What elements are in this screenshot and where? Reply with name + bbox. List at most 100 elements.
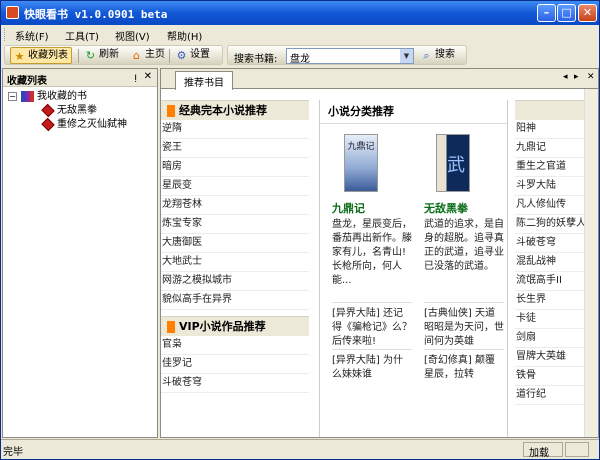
search-icon: ⌕ — [423, 49, 430, 62]
status-cell-extra — [565, 442, 589, 457]
menu-tools[interactable]: 工具(T) — [65, 28, 99, 43]
ranking-column: 阳神 九鼎记 重生之官道 斗罗大陆 凡人修仙传 陈二狗的妖孽人生 斗破苍穹 混乱战神 流氓高手I… — [515, 100, 595, 437]
list-item[interactable]: 凡人修仙传 — [515, 196, 595, 215]
tab-close-icon[interactable]: ✕ — [587, 72, 595, 82]
search-input[interactable]: 盘龙 ▼ — [286, 48, 414, 65]
title-bar[interactable]: 快眼看书 v1.0.0901 beta – □ ✕ — [1, 1, 599, 25]
toolbar-separator — [169, 49, 170, 63]
menu-system[interactable]: 系统(F) — [15, 28, 49, 43]
tab-prev-icon[interactable]: ◂ — [563, 72, 568, 82]
classic-list: 逆隋 瓷王 暗房 星辰变 龙翔苍林 炼宝专家 大唐御医 大地武士 网游之模拟城市 貌似高手在异界 — [161, 120, 309, 310]
refresh-icon: ↻ — [85, 49, 96, 62]
chevron-down-icon[interactable]: ▼ — [400, 49, 413, 63]
list-item[interactable]: 阳神 — [515, 120, 595, 139]
status-cell-load: 加载 — [523, 442, 563, 459]
favorites-panel: 收藏列表 ᴉ ✕ − 我收藏的书 无敌黑拳 重修之灭仙弑神 — [2, 68, 158, 438]
list-item[interactable]: 佳罗记 — [161, 355, 309, 374]
book-description: 武道的追求，是自身的超脱。追寻真正的武道，追寻业已没落的武道。 — [424, 219, 504, 272]
collapse-icon[interactable]: − — [8, 92, 17, 101]
book-snippet[interactable]: [古典仙侠] 天道昭昭是为天问，世间何为英雄 — [424, 302, 504, 349]
book-card[interactable]: 九鼎记 九鼎记 盘龙，星辰变后，番茄再出新作。滕家有儿，名青山!长枪所向，何人能… — [332, 128, 412, 382]
favorites-button[interactable]: ★ 收藏列表 — [10, 47, 72, 64]
list-item[interactable]: 卡徒 — [515, 310, 595, 329]
book-icon — [41, 117, 55, 131]
settings-icon: ⚙ — [176, 49, 187, 62]
window-title: 快眼看书 v1.0.0901 beta — [24, 8, 168, 21]
content-area: 推荐书目 ◂ ▸ ✕ 经典完本小说推荐 逆隋 瓷王 暗房 星辰变 龙翔苍林 炼宝专家 大唐御… — [160, 68, 599, 438]
list-item[interactable]: 瓷王 — [161, 139, 309, 158]
list-item[interactable]: 星辰变 — [161, 177, 309, 196]
vertical-scrollbar[interactable] — [584, 89, 598, 437]
vip-list: 官枭 佳罗记 斗破苍穹 — [161, 336, 309, 393]
book-snippet[interactable]: [异界大陆] 为什么妹妹谁 — [332, 349, 412, 382]
list-item[interactable]: 官枭 — [161, 336, 309, 355]
list-item[interactable]: 铁骨 — [515, 367, 595, 386]
list-item[interactable]: 大地武士 — [161, 253, 309, 272]
vip-header: VIP小说作品推荐 — [161, 316, 309, 336]
list-item[interactable]: 剑扇 — [515, 329, 595, 348]
list-item[interactable]: 混乱战神 — [515, 253, 595, 272]
pin-icon[interactable]: ᴉ — [134, 72, 137, 83]
list-item[interactable]: 长生界 — [515, 291, 595, 310]
book-description: 盘龙，星辰变后，番茄再出新作。滕家有儿，名青山!长枪所向，何人能... — [332, 219, 412, 286]
search-button[interactable]: ⌕ 搜索 — [418, 47, 458, 64]
list-item[interactable]: 九鼎记 — [515, 139, 595, 158]
book-snippet[interactable]: [奇幻修真] 颠覆星辰，拉转 — [424, 349, 504, 382]
favorites-tree: − 我收藏的书 无敌黑拳 重修之灭仙弑神 — [3, 87, 157, 437]
tab-strip: 推荐书目 ◂ ▸ ✕ — [161, 69, 598, 90]
tree-item[interactable]: 无敌黑拳 — [41, 103, 97, 117]
list-item[interactable]: 龙翔苍林 — [161, 196, 309, 215]
list-item[interactable]: 斗破苍穹 — [515, 234, 595, 253]
ranking-list: 阳神 九鼎记 重生之官道 斗罗大陆 凡人修仙传 陈二狗的妖孽人生 斗破苍穹 混乱战神 流氓高手I… — [515, 120, 595, 405]
panel-close-icon[interactable]: ✕ — [144, 71, 152, 82]
list-item[interactable]: 斗破苍穹 — [161, 374, 309, 393]
status-text: 完毕 — [3, 447, 23, 458]
menu-bar: 系统(F) 工具(T) 视图(V) 帮助(H) — [1, 25, 599, 44]
tree-root[interactable]: 我收藏的书 — [21, 90, 87, 103]
close-button[interactable]: ✕ — [578, 4, 597, 22]
book-cover[interactable]: 武 — [436, 134, 470, 192]
book-cover[interactable]: 九鼎记 — [344, 134, 378, 192]
tree-item[interactable]: 重修之灭仙弑神 — [41, 117, 127, 131]
search-label: 搜索书籍: — [234, 54, 278, 65]
list-item[interactable]: 流氓高手II — [515, 272, 595, 291]
classic-header: 经典完本小说推荐 — [161, 100, 309, 120]
list-item[interactable]: 重生之官道 — [515, 158, 595, 177]
book-title[interactable]: 九鼎记 — [332, 200, 412, 216]
minimize-button[interactable]: – — [537, 4, 556, 22]
main-window: 快眼看书 v1.0.0901 beta – □ ✕ 系统(F) 工具(T) 视图… — [0, 0, 600, 460]
toolbar: ★ 收藏列表 ↻ 刷新 ⌂ 主页 ⚙ 设置 搜索书籍: 盘龙 ▼ ⌕ 搜索 — [1, 44, 599, 66]
category-column: 小说分类推荐 九鼎记 九鼎记 盘龙，星辰变后，番茄再出新作。滕家有儿，名青山!长… — [319, 100, 508, 437]
list-item[interactable]: 道行纪 — [515, 386, 595, 405]
list-item[interactable]: 网游之模拟城市 — [161, 272, 309, 291]
menu-view[interactable]: 视图(V) — [115, 28, 150, 43]
list-item[interactable]: 逆隋 — [161, 120, 309, 139]
list-item[interactable]: 暗房 — [161, 158, 309, 177]
tab-recommended[interactable]: 推荐书目 — [175, 71, 233, 90]
app-icon — [6, 6, 19, 19]
maximize-button[interactable]: □ — [557, 4, 576, 22]
classic-column: 经典完本小说推荐 逆隋 瓷王 暗房 星辰变 龙翔苍林 炼宝专家 大唐御医 大地武士 网游之模拟城… — [161, 100, 309, 393]
book-icon — [41, 103, 55, 117]
toolbar-separator — [78, 49, 79, 63]
home-button[interactable]: ⌂ 主页 — [128, 47, 168, 64]
list-item[interactable]: 斗罗大陆 — [515, 177, 595, 196]
list-item[interactable]: 陈二狗的妖孽人生 — [515, 215, 595, 234]
favorites-panel-title: 收藏列表 ᴉ ✕ — [3, 69, 157, 87]
book-title[interactable]: 无敌黑拳 — [424, 200, 504, 216]
list-item[interactable]: 大唐御医 — [161, 234, 309, 253]
book-snippet[interactable]: [异界大陆] 还记得《骗枪记》么？后传来啦! — [332, 302, 412, 349]
list-item[interactable]: 貌似高手在异界 — [161, 291, 309, 310]
category-header: 小说分类推荐 — [320, 100, 507, 124]
settings-button[interactable]: ⚙ 设置 — [173, 47, 213, 64]
toolbar-main: ★ 收藏列表 ↻ 刷新 ⌂ 主页 ⚙ 设置 — [4, 45, 223, 65]
toolbar-search: 搜索书籍: 盘龙 ▼ ⌕ 搜索 — [227, 45, 467, 65]
star-icon: ★ — [14, 50, 25, 63]
list-item[interactable]: 炼宝专家 — [161, 215, 309, 234]
menu-help[interactable]: 帮助(H) — [167, 28, 202, 43]
book-card[interactable]: 武 无敌黑拳 武道的追求，是自身的超脱。追寻真正的武道，追寻业已没落的武道。 [… — [424, 128, 504, 382]
tab-next-icon[interactable]: ▸ — [574, 72, 579, 82]
list-item[interactable]: 冒牌大英雄 — [515, 348, 595, 367]
home-icon: ⌂ — [133, 49, 140, 62]
refresh-button[interactable]: ↻ 刷新 — [82, 47, 122, 64]
